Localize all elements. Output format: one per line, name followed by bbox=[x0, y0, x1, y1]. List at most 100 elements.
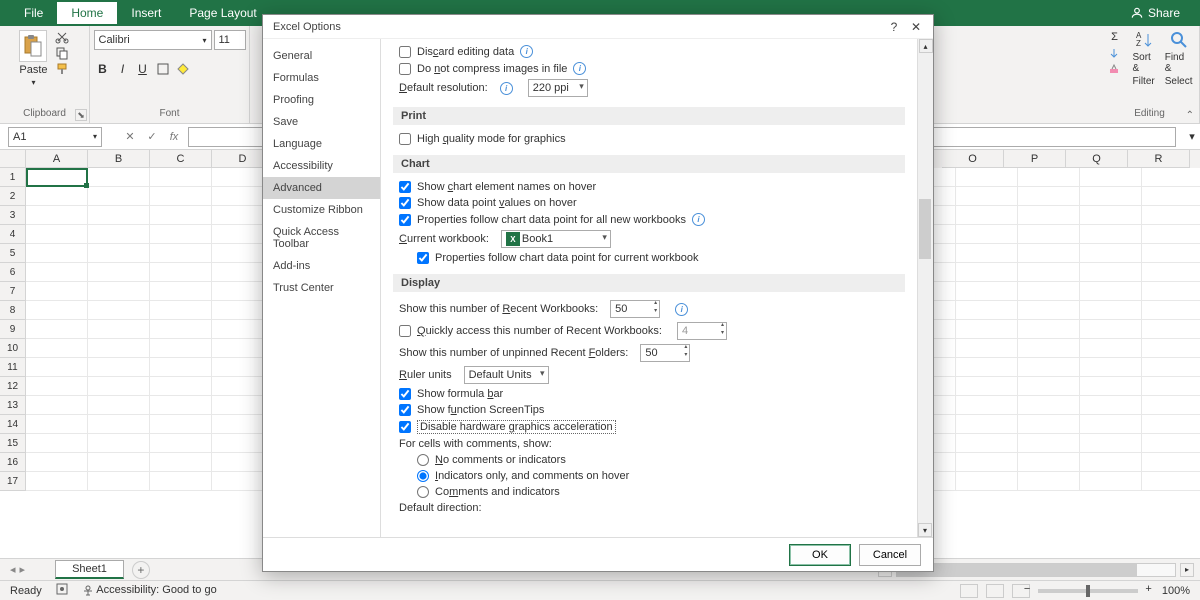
row-header[interactable]: 14 bbox=[0, 415, 26, 434]
cell[interactable] bbox=[150, 472, 212, 491]
cell[interactable] bbox=[88, 225, 150, 244]
cell[interactable] bbox=[956, 206, 1018, 225]
fx-icon[interactable]: fx bbox=[166, 129, 182, 145]
row-header[interactable]: 2 bbox=[0, 187, 26, 206]
cell[interactable] bbox=[1080, 453, 1142, 472]
row-header[interactable]: 9 bbox=[0, 320, 26, 339]
cell[interactable] bbox=[1142, 453, 1200, 472]
row-header[interactable]: 15 bbox=[0, 434, 26, 453]
cell[interactable] bbox=[150, 168, 212, 187]
cell[interactable] bbox=[956, 453, 1018, 472]
quick-access-recent-checkbox[interactable] bbox=[399, 325, 411, 337]
cell[interactable] bbox=[150, 187, 212, 206]
cell[interactable] bbox=[1142, 187, 1200, 206]
select-all-corner[interactable] bbox=[0, 150, 26, 168]
cell[interactable] bbox=[150, 358, 212, 377]
formula-bar-expand-icon[interactable]: ▾ bbox=[1184, 130, 1200, 143]
fill-icon[interactable] bbox=[1106, 46, 1122, 60]
cell[interactable] bbox=[1142, 472, 1200, 491]
cell[interactable] bbox=[1080, 434, 1142, 453]
comments-none-radio[interactable] bbox=[417, 454, 429, 466]
cell[interactable] bbox=[1018, 415, 1080, 434]
nav-formulas[interactable]: Formulas bbox=[263, 67, 380, 89]
cell[interactable] bbox=[150, 244, 212, 263]
cell[interactable] bbox=[26, 453, 88, 472]
sheet-nav-next-icon[interactable]: ▸ bbox=[20, 563, 26, 576]
row-header[interactable]: 6 bbox=[0, 263, 26, 282]
cell[interactable] bbox=[150, 434, 212, 453]
cell[interactable] bbox=[1142, 244, 1200, 263]
cell[interactable] bbox=[1080, 301, 1142, 320]
cell[interactable] bbox=[1018, 339, 1080, 358]
underline-button[interactable]: U bbox=[134, 60, 152, 78]
col-header[interactable]: P bbox=[1004, 150, 1066, 168]
cell[interactable] bbox=[150, 396, 212, 415]
row-header[interactable]: 10 bbox=[0, 339, 26, 358]
cell[interactable] bbox=[1142, 301, 1200, 320]
cell[interactable] bbox=[88, 396, 150, 415]
dialog-titlebar[interactable]: Excel Options ? ✕ bbox=[263, 15, 933, 39]
tab-insert[interactable]: Insert bbox=[117, 2, 175, 24]
cell[interactable] bbox=[1018, 263, 1080, 282]
dialog-close-button[interactable]: ✕ bbox=[905, 18, 927, 36]
cell[interactable] bbox=[88, 301, 150, 320]
cell[interactable] bbox=[26, 434, 88, 453]
add-sheet-button[interactable]: + bbox=[132, 561, 150, 579]
quick-access-recent-spinner[interactable]: 4 bbox=[677, 322, 727, 340]
cell[interactable] bbox=[1080, 244, 1142, 263]
cell[interactable] bbox=[88, 263, 150, 282]
hscroll-right-icon[interactable]: ▸ bbox=[1180, 563, 1194, 577]
cell[interactable] bbox=[1080, 377, 1142, 396]
row-header[interactable]: 17 bbox=[0, 472, 26, 491]
cell[interactable] bbox=[1142, 320, 1200, 339]
cell[interactable] bbox=[26, 263, 88, 282]
clipboard-launcher-icon[interactable]: ⬊ bbox=[75, 109, 87, 121]
cell[interactable] bbox=[26, 282, 88, 301]
comments-indicators-radio[interactable] bbox=[417, 470, 429, 482]
cell[interactable] bbox=[1080, 282, 1142, 301]
comments-both-radio[interactable] bbox=[417, 486, 429, 498]
view-normal-icon[interactable] bbox=[960, 584, 978, 598]
zoom-slider[interactable] bbox=[1038, 589, 1138, 593]
cell[interactable] bbox=[88, 358, 150, 377]
cell[interactable] bbox=[26, 396, 88, 415]
vscroll-down-icon[interactable]: ▾ bbox=[918, 523, 932, 537]
cell[interactable] bbox=[1080, 168, 1142, 187]
cell[interactable] bbox=[1080, 358, 1142, 377]
cell[interactable] bbox=[26, 301, 88, 320]
nav-customize-ribbon[interactable]: Customize Ribbon bbox=[263, 199, 380, 221]
cell[interactable] bbox=[88, 320, 150, 339]
name-box[interactable]: A1▾ bbox=[8, 127, 102, 147]
row-header[interactable]: 1 bbox=[0, 168, 26, 187]
nav-proofing[interactable]: Proofing bbox=[263, 89, 380, 111]
cell[interactable] bbox=[956, 472, 1018, 491]
cell[interactable] bbox=[1018, 168, 1080, 187]
row-header[interactable]: 4 bbox=[0, 225, 26, 244]
cell[interactable] bbox=[150, 415, 212, 434]
nav-trust-center[interactable]: Trust Center bbox=[263, 277, 380, 299]
share-button[interactable]: Share bbox=[1130, 6, 1180, 20]
border-button[interactable] bbox=[154, 60, 172, 78]
bold-button[interactable]: B bbox=[94, 60, 112, 78]
cell[interactable] bbox=[88, 244, 150, 263]
discard-editing-data-checkbox[interactable] bbox=[399, 46, 411, 58]
ok-button[interactable]: OK bbox=[789, 544, 851, 566]
row-header[interactable]: 13 bbox=[0, 396, 26, 415]
cell[interactable] bbox=[1018, 358, 1080, 377]
info-icon[interactable]: i bbox=[692, 213, 705, 226]
cell[interactable] bbox=[956, 415, 1018, 434]
cell[interactable] bbox=[1080, 415, 1142, 434]
fill-color-button[interactable] bbox=[174, 60, 192, 78]
cell[interactable] bbox=[956, 263, 1018, 282]
cell[interactable] bbox=[956, 434, 1018, 453]
disable-hw-accel-checkbox[interactable] bbox=[399, 421, 411, 433]
cell[interactable] bbox=[26, 358, 88, 377]
cell[interactable] bbox=[956, 320, 1018, 339]
copy-icon[interactable] bbox=[54, 46, 70, 60]
cell[interactable] bbox=[26, 339, 88, 358]
cell[interactable] bbox=[1018, 187, 1080, 206]
cell[interactable] bbox=[1018, 396, 1080, 415]
cell[interactable] bbox=[88, 415, 150, 434]
chart-hover-names-checkbox[interactable] bbox=[399, 181, 411, 193]
nav-save[interactable]: Save bbox=[263, 111, 380, 133]
